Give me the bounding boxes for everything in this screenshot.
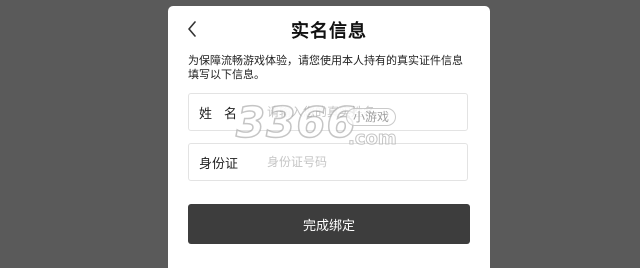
id-number-field: 身份证 (188, 143, 468, 181)
name-input[interactable] (267, 105, 467, 119)
instruction-text: 为保障流畅游戏体验，请您使用本人持有的真实证件信息填写以下信息。 (188, 54, 463, 81)
complete-binding-button[interactable]: 完成绑定 (188, 204, 470, 244)
id-number-input[interactable] (267, 155, 467, 169)
real-name-dialog: 实名信息 为保障流畅游戏体验，请您使用本人持有的真实证件信息填写以下信息。 姓名… (168, 6, 490, 268)
dialog-title: 实名信息 (291, 21, 367, 42)
id-number-label: 身份证 (199, 156, 239, 172)
name-label: 姓名 (199, 106, 250, 122)
name-field: 姓名 (188, 93, 468, 131)
